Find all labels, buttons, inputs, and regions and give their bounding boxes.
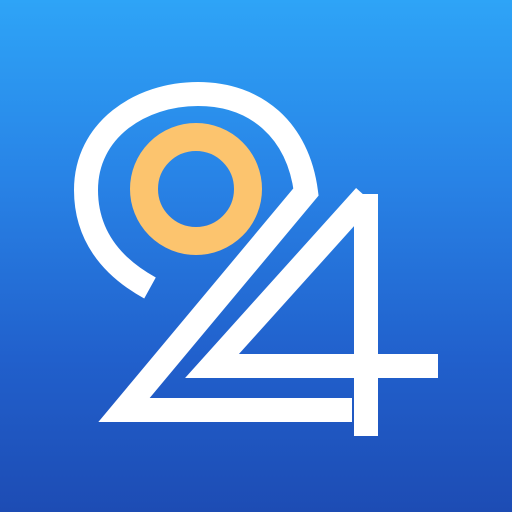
app-icon[interactable] — [0, 0, 512, 512]
orange-ring — [130, 123, 262, 255]
logo-24 — [73, 81, 438, 436]
